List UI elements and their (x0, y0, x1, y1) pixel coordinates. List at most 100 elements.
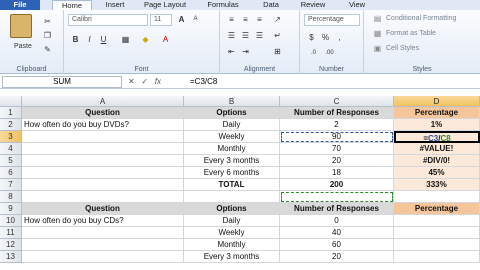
cell-a12[interactable] (22, 239, 184, 251)
currency-icon[interactable]: $ (306, 32, 317, 43)
tab-review[interactable]: Review (294, 0, 332, 10)
cell-b8[interactable] (184, 191, 280, 203)
comma-style-icon[interactable]: , (334, 32, 345, 43)
enter-icon[interactable]: ✓ (141, 77, 148, 86)
paste-button[interactable]: Paste (14, 43, 32, 50)
cancel-icon[interactable]: ✕ (128, 77, 135, 86)
cell-d11[interactable] (394, 227, 480, 239)
cell-c2[interactable]: 2 (280, 119, 394, 131)
insert-function-icon[interactable]: fx (155, 77, 161, 86)
cell-d10[interactable] (394, 215, 480, 227)
tab-insert[interactable]: Insert (100, 0, 130, 10)
align-left-icon[interactable]: ☰ (226, 30, 237, 41)
cell-b4[interactable]: Monthly (184, 143, 280, 155)
cell-b13[interactable]: Every 3 months (184, 251, 280, 263)
align-top-icon[interactable]: ≡ (226, 14, 237, 25)
row-header-9[interactable]: 9 (0, 203, 22, 215)
format-painter-icon[interactable]: ✎ (42, 44, 53, 55)
cell-a5[interactable] (22, 155, 184, 167)
decrease-decimal-icon[interactable]: .00 (324, 48, 335, 59)
cell-c9[interactable]: Number of Responses (280, 203, 394, 215)
cell-c5[interactable]: 20 (280, 155, 394, 167)
underline-button[interactable]: U (98, 34, 109, 45)
name-box[interactable]: SUM (2, 76, 122, 88)
cell-c4[interactable]: 70 (280, 143, 394, 155)
cell-a2[interactable]: How often do you buy DVDs? (22, 119, 184, 131)
cell-d6[interactable]: 45% (394, 167, 480, 179)
align-right-icon[interactable]: ☰ (254, 30, 265, 41)
cell-b6[interactable]: Every 6 months (184, 167, 280, 179)
cell-a3[interactable] (22, 131, 184, 143)
formula-input[interactable]: =C3/C8 (190, 76, 217, 88)
grow-font-icon[interactable]: A (176, 14, 187, 25)
italic-button[interactable]: I (84, 34, 95, 45)
borders-icon[interactable]: ▦ (120, 34, 131, 45)
cell-b3[interactable]: Weekly (184, 131, 280, 143)
shrink-font-icon[interactable]: A (190, 14, 201, 25)
cell-d2[interactable]: 1% (394, 119, 480, 131)
row-header-7[interactable]: 7 (0, 179, 22, 191)
cell-d12[interactable] (394, 239, 480, 251)
cell-c10[interactable]: 0 (280, 215, 394, 227)
tab-view[interactable]: View (342, 0, 372, 10)
wrap-text-icon[interactable]: ↵ (272, 30, 283, 41)
row-header-6[interactable]: 6 (0, 167, 22, 179)
cell-b2[interactable]: Daily (184, 119, 280, 131)
cell-c11[interactable]: 40 (280, 227, 394, 239)
row-header-4[interactable]: 4 (0, 143, 22, 155)
font-name-select[interactable]: Calibri (68, 14, 148, 26)
cell-b5[interactable]: Every 3 months (184, 155, 280, 167)
column-header-b[interactable]: B (184, 96, 280, 107)
cell-a7[interactable] (22, 179, 184, 191)
cell-d7[interactable]: 333% (394, 179, 480, 191)
cell-a8[interactable] (22, 191, 184, 203)
cell-c3[interactable]: 90 (280, 131, 394, 143)
cell-a1[interactable]: Question (22, 107, 184, 119)
cell-a13[interactable] (22, 251, 184, 263)
row-header-3[interactable]: 3 (0, 131, 22, 143)
align-center-icon[interactable]: ☰ (240, 30, 251, 41)
cell-b7[interactable]: TOTAL (184, 179, 280, 191)
orientation-icon[interactable]: ↗ (272, 14, 283, 25)
cell-styles-button[interactable]: Cell Styles (386, 45, 419, 52)
cell-d1[interactable]: Percentage (394, 107, 480, 119)
row-header-1[interactable]: 1 (0, 107, 22, 119)
font-color-icon[interactable]: A (160, 34, 171, 45)
cell-a4[interactable] (22, 143, 184, 155)
cell-c6[interactable]: 18 (280, 167, 394, 179)
column-header-d[interactable]: D (394, 96, 480, 107)
copy-icon[interactable]: ❐ (42, 30, 53, 41)
cell-c7[interactable]: 200 (280, 179, 394, 191)
font-size-select[interactable]: 11 (150, 14, 172, 26)
row-header-5[interactable]: 5 (0, 155, 22, 167)
row-header-8[interactable]: 8 (0, 191, 22, 203)
tab-formulas[interactable]: Formulas (203, 0, 243, 10)
cell-a11[interactable] (22, 227, 184, 239)
bold-button[interactable]: B (70, 34, 81, 45)
cell-d5[interactable]: #DIV/0! (394, 155, 480, 167)
decrease-indent-icon[interactable]: ⇤ (226, 46, 237, 57)
align-middle-icon[interactable]: ≡ (240, 14, 251, 25)
increase-decimal-icon[interactable]: .0 (308, 48, 319, 59)
cell-b11[interactable]: Weekly (184, 227, 280, 239)
cell-b1[interactable]: Options (184, 107, 280, 119)
format-as-table-button[interactable]: Format as Table (386, 30, 436, 37)
row-header-12[interactable]: 12 (0, 239, 22, 251)
cell-d8[interactable] (394, 191, 480, 203)
cell-b12[interactable]: Monthly (184, 239, 280, 251)
cell-c12[interactable]: 60 (280, 239, 394, 251)
cell-d13[interactable] (394, 251, 480, 263)
cut-icon[interactable]: ✂ (42, 16, 53, 27)
cell-d3[interactable]: =C3/C8 (394, 131, 480, 143)
fill-color-icon[interactable]: ◆ (140, 34, 151, 45)
tab-data[interactable]: Data (256, 0, 286, 10)
cell-b9[interactable]: Options (184, 203, 280, 215)
row-header-2[interactable]: 2 (0, 119, 22, 131)
align-bottom-icon[interactable]: ≡ (254, 14, 265, 25)
row-header-10[interactable]: 10 (0, 215, 22, 227)
cell-c8[interactable] (280, 191, 394, 203)
tab-page-layout[interactable]: Page Layout (140, 0, 190, 10)
cell-b10[interactable]: Daily (184, 215, 280, 227)
tab-file[interactable]: File (0, 0, 40, 10)
column-header-a[interactable]: A (22, 96, 184, 107)
